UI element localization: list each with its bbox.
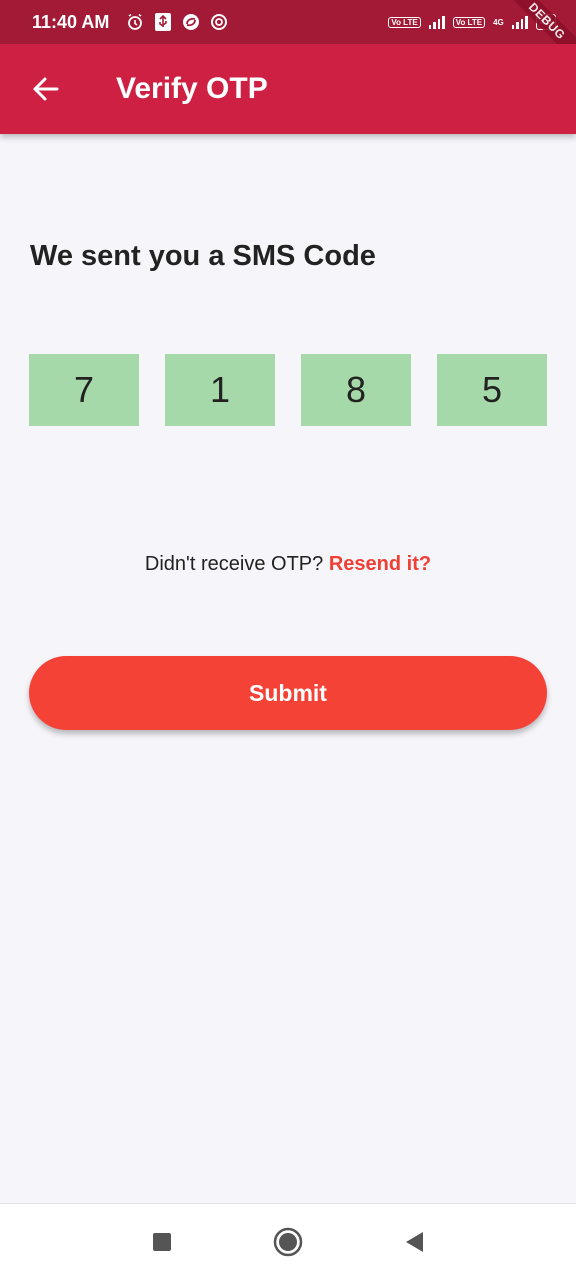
volte-badge-1: Vo LTE — [388, 16, 421, 28]
resend-link[interactable]: Resend it? — [329, 553, 431, 575]
arrow-left-icon — [33, 77, 59, 101]
network-type-label: 4G — [493, 17, 504, 27]
data-saver-icon — [209, 12, 229, 32]
back-triangle-icon — [406, 1232, 423, 1252]
signal-strength-icon-2 — [511, 15, 528, 29]
usb-icon — [153, 12, 173, 32]
page-title: Verify OTP — [116, 72, 268, 105]
submit-button[interactable]: Submit — [29, 656, 547, 730]
otp-digit-4[interactable]: 5 — [437, 354, 547, 426]
resend-prompt: Didn't receive OTP? — [144, 553, 324, 575]
home-circle-icon — [273, 1227, 303, 1257]
system-nav-bar — [0, 1203, 576, 1280]
recents-square-icon — [153, 1233, 171, 1251]
otp-input-group: 7 1 8 5 — [29, 354, 547, 426]
alarm-icon — [125, 12, 145, 32]
otp-digit-2[interactable]: 1 — [165, 354, 275, 426]
otp-digit-1[interactable]: 7 — [29, 354, 139, 426]
sms-code-heading: We sent you a SMS Code — [30, 240, 376, 272]
resend-row: Didn't receive OTP? Resend it? — [0, 553, 576, 576]
app-bar: Verify OTP — [0, 44, 576, 134]
otp-digit-3[interactable]: 8 — [301, 354, 411, 426]
home-button[interactable] — [268, 1222, 308, 1262]
back-nav-button[interactable] — [394, 1222, 434, 1262]
recents-button[interactable] — [142, 1222, 182, 1262]
signal-strength-icon-1 — [428, 15, 445, 29]
status-bar: 11:40 AM Vo LTE Vo LTE 4G 13 DEBUG — [0, 0, 576, 74]
volte-badge-2: Vo LTE — [452, 16, 486, 28]
status-time: 11:40 AM — [32, 11, 110, 32]
back-button[interactable] — [0, 44, 90, 134]
sync-icon — [181, 12, 201, 32]
